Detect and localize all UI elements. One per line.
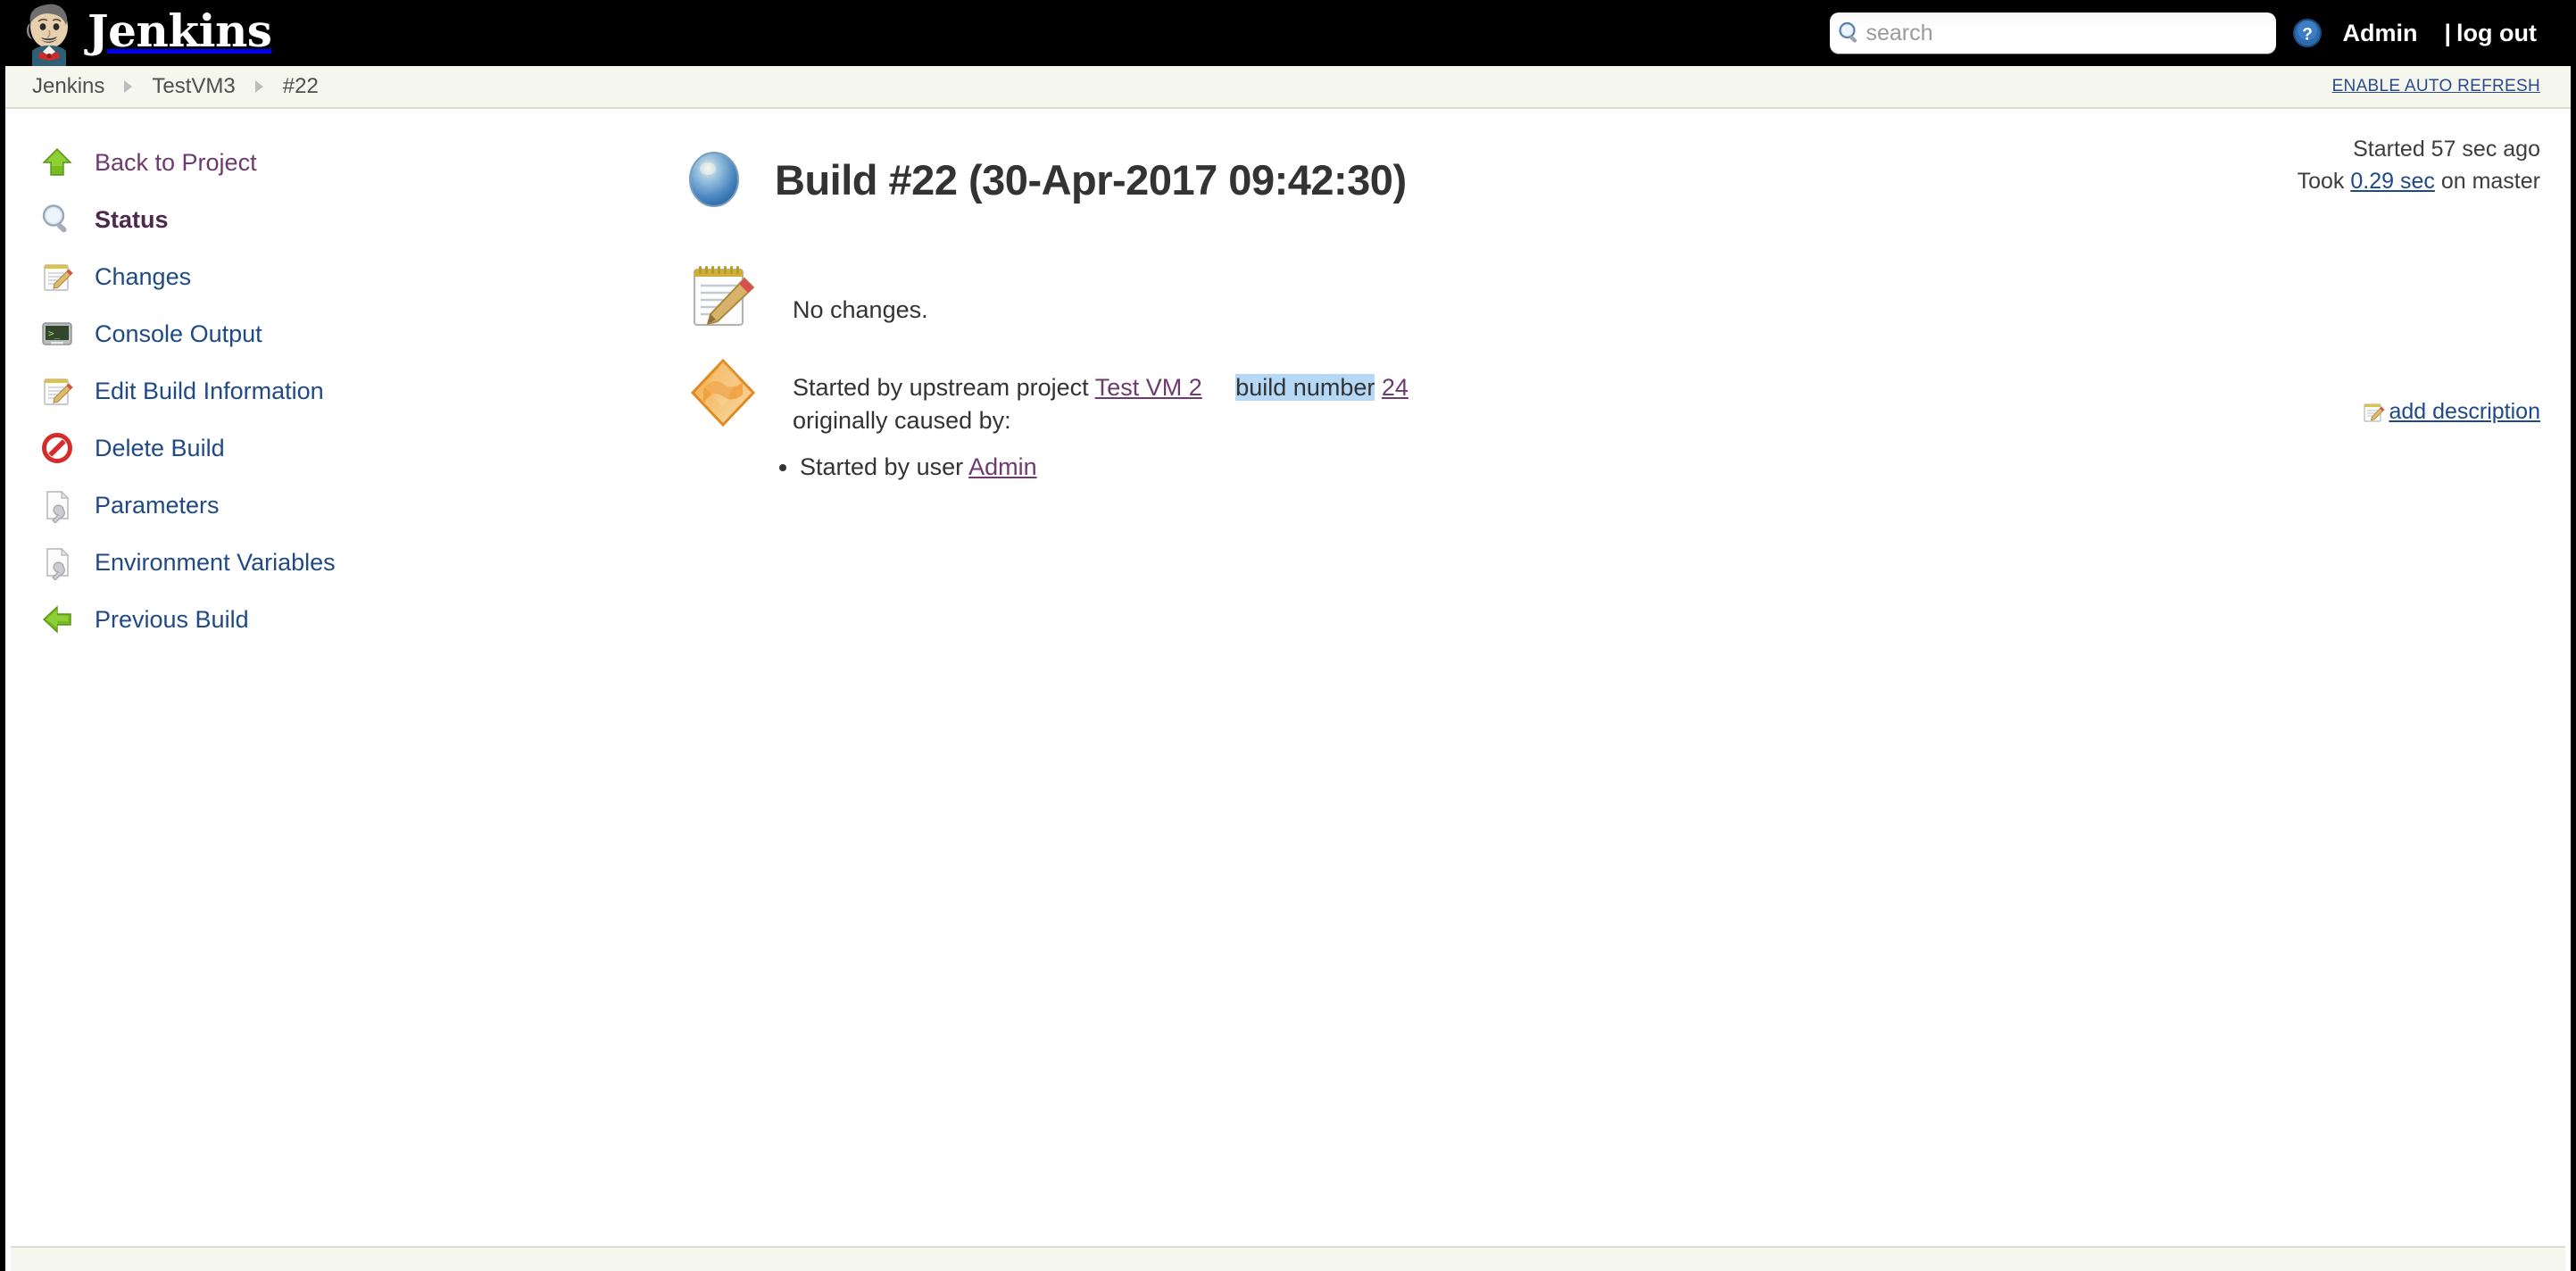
- notepad-pencil-icon: [37, 257, 77, 296]
- cause-body: Started by upstream project Test VM 2 bu…: [793, 353, 1408, 438]
- svg-text:>_: >_: [48, 328, 61, 339]
- sidebar-item-environment-variables[interactable]: Environment Variables: [5, 534, 666, 591]
- sub-cause-prefix: Started by user: [800, 453, 964, 480]
- breadcrumb-separator-icon: [254, 80, 263, 93]
- cause-prefix-text: Started by upstream project: [793, 374, 1089, 401]
- started-by-user-link[interactable]: Admin: [968, 453, 1037, 480]
- build-meta-info: Started 57 sec ago Took 0.29 sec on mast…: [2298, 134, 2540, 197]
- sidebar-item-label: Delete Build: [95, 434, 225, 461]
- breadcrumb-item-testvm3[interactable]: TestVM3: [152, 74, 235, 99]
- upstream-project-link[interactable]: Test VM 2: [1095, 374, 1202, 401]
- jenkins-butler-logo-icon: [21, 0, 77, 66]
- sidebar-item-back-to-project[interactable]: Back to Project: [5, 134, 666, 191]
- terminal-icon: >_: [37, 314, 77, 353]
- document-wrench-icon: [37, 543, 77, 582]
- page-frame: Jenkins ? Admi: [0, 0, 2576, 1271]
- enable-auto-refresh-link[interactable]: ENABLE AUTO REFRESH: [2332, 77, 2540, 96]
- sidebar-item-label: Status: [95, 205, 169, 233]
- magnifier-icon: [37, 200, 77, 239]
- breadcrumb: Jenkins TestVM3 #22 ENABLE AUTO REFRESH: [5, 66, 2571, 109]
- content-area: Back to Project Status Changes >_ Consol…: [5, 109, 2571, 1207]
- help-question-icon[interactable]: ?: [2292, 18, 2323, 48]
- search-icon: [1837, 21, 1862, 46]
- search-input[interactable]: [1866, 15, 2268, 51]
- sidebar-item-previous-build[interactable]: Previous Build: [5, 591, 666, 648]
- took-suffix: on master: [2440, 168, 2540, 194]
- notepad-pencil-icon: [2362, 400, 2387, 425]
- user-name-link[interactable]: Admin: [2342, 20, 2417, 47]
- took-prefix: Took: [2297, 168, 2345, 194]
- sidebar: Back to Project Status Changes >_ Consol…: [5, 109, 666, 648]
- main-panel: Build #22 (30-Apr-2017 09:42:30) Started…: [666, 109, 2571, 1201]
- build-cause-section: Started by upstream project Test VM 2 bu…: [666, 353, 2571, 438]
- green-left-arrow-icon: [37, 600, 77, 639]
- sidebar-item-status[interactable]: Status: [5, 191, 666, 248]
- brand-title: Jenkins: [87, 4, 272, 57]
- upstream-build-number-link[interactable]: 24: [1382, 374, 1408, 401]
- changes-section: No changes.: [666, 257, 2571, 336]
- no-entry-icon: [37, 428, 77, 468]
- sidebar-item-changes[interactable]: Changes: [5, 248, 666, 305]
- build-number-label-highlighted: build number: [1235, 374, 1375, 401]
- orange-diamond-icon: [684, 353, 762, 432]
- sidebar-item-label: Edit Build Information: [95, 377, 324, 404]
- sidebar-item-label: Back to Project: [95, 148, 257, 176]
- build-duration-link[interactable]: 0.29 sec: [2350, 169, 2435, 194]
- sidebar-item-edit-build-information[interactable]: Edit Build Information: [5, 362, 666, 420]
- jenkins-home-link[interactable]: Jenkins: [21, 0, 272, 66]
- sidebar-item-delete-build[interactable]: Delete Build: [5, 420, 666, 477]
- build-header: Build #22 (30-Apr-2017 09:42:30): [666, 130, 2571, 228]
- originally-caused-by-text: originally caused by:: [793, 407, 1011, 435]
- sidebar-item-label: Environment Variables: [95, 548, 336, 576]
- build-started-text: Started 57 sec ago: [2353, 137, 2540, 162]
- no-changes-text: No changes.: [793, 296, 928, 323]
- breadcrumb-item-jenkins[interactable]: Jenkins: [32, 74, 104, 99]
- cause-icon-cell: [684, 353, 793, 432]
- sidebar-item-label: Previous Build: [95, 605, 249, 633]
- notepad-pencil-icon: [37, 371, 77, 411]
- notepad-pencil-icon: [684, 257, 762, 336]
- add-description-row[interactable]: add description: [2362, 399, 2540, 425]
- page-title: Build #22 (30-Apr-2017 09:42:30): [775, 155, 1407, 204]
- search-box[interactable]: [1830, 12, 2277, 54]
- upstream-cause-line: Started by upstream project Test VM 2 bu…: [793, 371, 1408, 404]
- sidebar-item-label: Changes: [95, 262, 192, 290]
- logout-separator: |: [2444, 19, 2452, 46]
- build-duration-line: Took 0.29 sec on master: [2298, 166, 2540, 198]
- green-up-arrow-icon: [37, 143, 77, 182]
- top-header-bar: Jenkins ? Admi: [5, 0, 2571, 66]
- sidebar-item-console-output[interactable]: >_ Console Output: [5, 305, 666, 362]
- sidebar-item-label: Parameters: [95, 491, 220, 519]
- log-out-link[interactable]: log out: [2456, 20, 2537, 47]
- sidebar-item-parameters[interactable]: Parameters: [5, 477, 666, 534]
- footer-strip: [11, 1246, 2565, 1271]
- list-item: Started by user Admin: [800, 451, 2571, 485]
- breadcrumb-separator-icon: [124, 80, 133, 93]
- document-wrench-icon: [37, 486, 77, 525]
- svg-text:?: ?: [2303, 26, 2314, 45]
- changes-icon-cell: [684, 257, 793, 336]
- sub-cause-list: Started by user Admin: [666, 451, 2571, 485]
- add-description-link[interactable]: add description: [2389, 399, 2540, 425]
- breadcrumb-item-build-number[interactable]: #22: [283, 74, 319, 99]
- header-right-cluster: ? Admin | log out: [1830, 0, 2537, 66]
- sidebar-item-label: Console Output: [95, 320, 262, 347]
- blue-ball-icon: [684, 149, 744, 210]
